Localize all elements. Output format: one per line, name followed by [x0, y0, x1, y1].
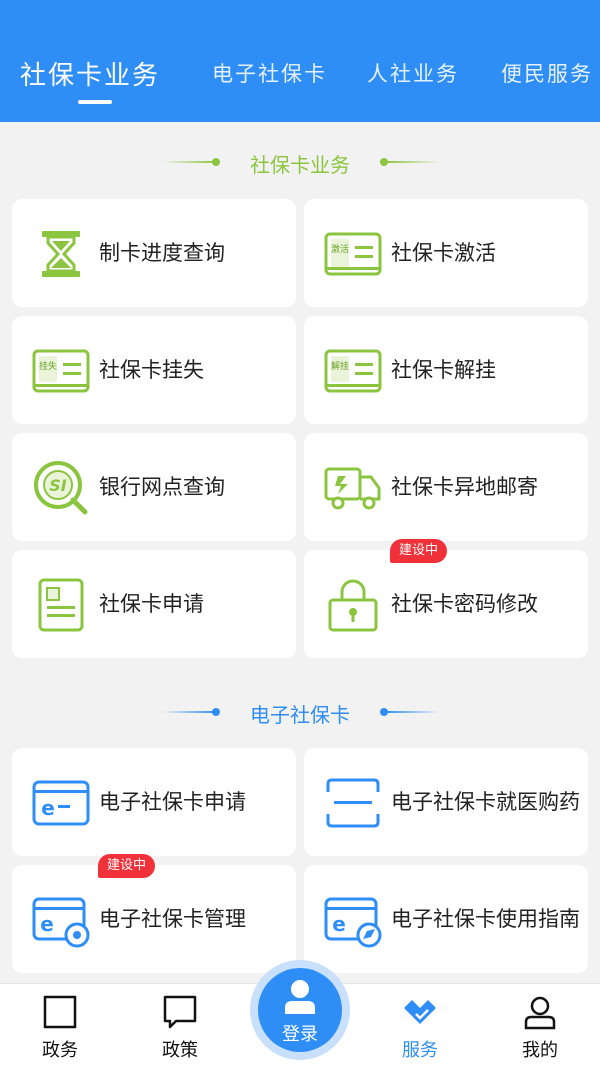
icon-text: 激活	[331, 243, 349, 255]
card-label: 社保卡密码修改	[391, 591, 538, 616]
section-title-social-card: 社保卡业务	[0, 147, 600, 177]
user-icon	[285, 980, 315, 1014]
card-e-card-apply[interactable]: e 电子社保卡申请	[12, 748, 296, 856]
service-check-icon	[404, 1000, 436, 1024]
card-label: 社保卡异地邮寄	[391, 474, 538, 499]
card-label: 制卡进度查询	[99, 240, 225, 265]
tab-social-card-business[interactable]: 社保卡业务	[20, 55, 160, 92]
svg-text:e: e	[40, 912, 54, 936]
tab-convenience-services[interactable]: 便民服务	[501, 58, 593, 88]
card-social-card-mail[interactable]: 社保卡异地邮寄	[304, 433, 588, 541]
card-apply-icon	[38, 578, 84, 632]
card-e-card-guide[interactable]: e 电子社保卡使用指南	[304, 865, 588, 973]
top-tab-bar: 社保卡业务 电子社保卡 人社业务 便民服务	[0, 0, 600, 122]
lock-icon	[328, 579, 378, 632]
nav-label: 政务	[42, 1040, 78, 1061]
square-icon	[43, 995, 77, 1029]
nav-label: 我的	[522, 1040, 558, 1061]
card-label: 银行网点查询	[99, 474, 225, 499]
card-card-progress-query[interactable]: 制卡进度查询	[12, 199, 296, 307]
card-label: 社保卡解挂	[391, 357, 496, 382]
nav-item-mine[interactable]: 我的	[480, 984, 600, 1067]
login-label: 登录	[282, 1024, 318, 1045]
hourglass-icon	[42, 231, 80, 277]
nav-label: 政策	[162, 1040, 198, 1061]
icon-text: 解挂	[331, 360, 349, 372]
ecard-guide-icon: e	[324, 897, 382, 948]
chat-bubble-icon	[163, 995, 197, 1029]
card-label: 社保卡申请	[99, 591, 204, 616]
card-report-loss-icon: 挂失	[32, 349, 90, 393]
tab-e-social-card[interactable]: 电子社保卡	[212, 58, 327, 88]
nav-label: 服务	[402, 1040, 438, 1061]
section-heading: 电子社保卡	[250, 703, 350, 727]
card-label: 电子社保卡管理	[99, 906, 246, 931]
card-label: 电子社保卡申请	[99, 789, 246, 814]
section-title-e-card: 电子社保卡	[0, 697, 600, 727]
card-e-card-manage[interactable]: e 电子社保卡管理 建设中	[12, 854, 296, 973]
icon-text: 挂失	[39, 360, 57, 372]
tab-hr-social-business[interactable]: 人社业务	[367, 58, 459, 88]
svg-text:SI: SI	[49, 476, 67, 495]
login-button[interactable]: 登录	[258, 968, 342, 1052]
svg-text:e: e	[332, 912, 346, 936]
card-social-card-activate[interactable]: 激活 社保卡激活	[304, 199, 588, 307]
card-label: 电子社保卡就医购药	[391, 789, 580, 814]
nav-item-government-affairs[interactable]: 政务	[0, 984, 120, 1067]
active-tab-indicator	[78, 100, 112, 104]
ecard-settings-icon: e	[32, 897, 90, 948]
card-social-card-unlock[interactable]: 解挂 社保卡解挂	[304, 316, 588, 424]
scan-icon	[326, 778, 380, 828]
nav-item-policy[interactable]: 政策	[120, 984, 240, 1067]
ecard-apply-icon: e	[32, 780, 90, 826]
card-label: 社保卡挂失	[99, 357, 204, 382]
section-heading: 社保卡业务	[250, 153, 350, 177]
user-icon	[524, 996, 556, 1030]
card-label: 电子社保卡使用指南	[391, 906, 580, 931]
delivery-truck-icon	[324, 467, 381, 510]
card-social-card-report-loss[interactable]: 挂失 社保卡挂失	[12, 316, 296, 424]
card-activate-icon: 激活	[324, 232, 382, 276]
divider-line	[386, 161, 440, 163]
nav-item-service[interactable]: 服务	[360, 984, 480, 1067]
status-badge: 建设中	[390, 539, 448, 563]
card-label: 社保卡激活	[391, 240, 496, 265]
svg-text:e: e	[41, 796, 55, 820]
card-e-card-medical[interactable]: 电子社保卡就医购药	[304, 748, 588, 856]
card-unlock-icon: 解挂	[324, 349, 382, 393]
card-social-card-apply[interactable]: 社保卡申请	[12, 550, 296, 658]
card-social-card-password-change[interactable]: 社保卡密码修改 建设中	[304, 539, 588, 658]
divider-line	[386, 711, 440, 713]
bank-search-icon: SI	[34, 461, 88, 515]
card-bank-branch-query[interactable]: SI 银行网点查询	[12, 433, 296, 541]
status-badge: 建设中	[98, 854, 156, 878]
